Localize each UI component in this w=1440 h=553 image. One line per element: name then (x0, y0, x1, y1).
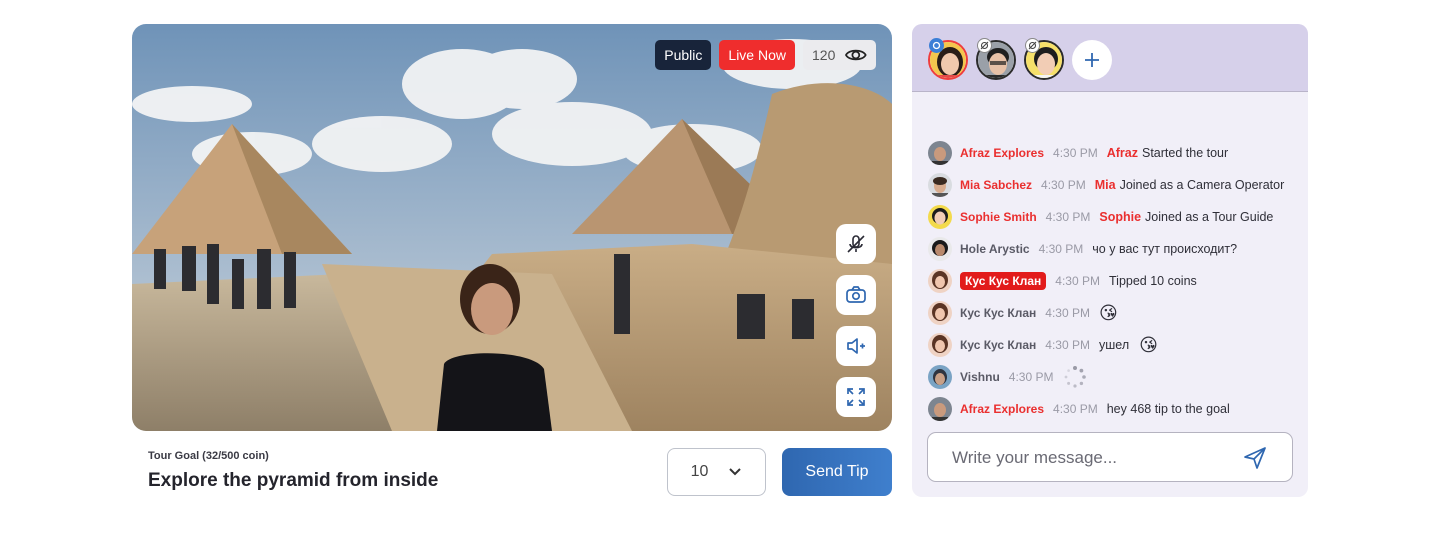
chat-message: Vishnu 4:30 PM (928, 361, 1298, 393)
message-text: Tipped 10 coins (1109, 274, 1197, 288)
pyramids-video-frame (132, 24, 892, 431)
live-now-badge: Live Now (719, 40, 795, 70)
fullscreen-button[interactable] (836, 377, 876, 417)
message-author[interactable]: Кус Кус Клан (960, 306, 1036, 320)
chat-message: Mia Sabchez 4:30 PM Mia Joined as a Came… (928, 169, 1298, 201)
message-author[interactable]: Hole Arystic (960, 242, 1030, 256)
kiss-emoji: 😘 (1139, 334, 1158, 355)
message-composer (927, 432, 1293, 482)
send-tip-button[interactable]: Send Tip (782, 448, 892, 496)
avatar (928, 365, 952, 389)
chat-message: Кус Кус Клан 4:30 PM Tipped 10 coins (928, 265, 1298, 297)
message-time: 4:30 PM (1038, 242, 1084, 256)
message-text: Joined as a Tour Guide (1145, 210, 1274, 224)
tour-goal-label: Tour Goal (32/500 coin) (148, 450, 269, 462)
chevron-down-icon (729, 468, 742, 476)
mic-off-icon (977, 38, 992, 53)
message-mention[interactable]: Mia (1095, 178, 1116, 192)
message-author[interactable]: Mia Sabchez (960, 178, 1032, 192)
message-mention[interactable]: Sophie (1099, 210, 1141, 224)
message-author[interactable]: Afraz Explores (960, 146, 1044, 160)
message-time: 4:30 PM (1045, 210, 1091, 224)
chat-message: Afraz Explores 4:30 PM Afraz Started the… (928, 137, 1298, 169)
message-author[interactable]: Afraz Explores (960, 402, 1044, 416)
message-time: 4:30 PM (1041, 178, 1086, 192)
volume-button[interactable] (836, 326, 876, 366)
camera-icon (846, 286, 866, 303)
add-crew-button[interactable] (1072, 40, 1112, 80)
viewer-count-badge: 120 (803, 40, 876, 70)
avatar (928, 301, 952, 325)
chat-message: Кус Кус Клан 4:30 PM 😘 (928, 297, 1298, 329)
message-time: 4:30 PM (1055, 274, 1100, 288)
crew-bar (912, 24, 1308, 92)
send-message-button[interactable] (1242, 445, 1268, 471)
message-mention[interactable]: Afraz (1107, 146, 1138, 160)
chat-message: Hole Arystic 4:30 PM чо у вас тут происх… (928, 233, 1298, 265)
plus-icon (1085, 53, 1099, 67)
message-time: 4:30 PM (1045, 306, 1090, 320)
loading-spinner-icon (1064, 366, 1086, 388)
tip-amount-select[interactable]: 10 (667, 448, 766, 496)
camera-role-icon (929, 38, 944, 53)
message-text: ушел (1099, 338, 1130, 352)
avatar (928, 269, 952, 293)
message-time: 4:30 PM (1053, 402, 1098, 416)
tip-amount-value: 10 (690, 463, 709, 480)
message-author[interactable]: Vishnu (960, 370, 1000, 384)
tour-goal-title: Explore the pyramid from inside (148, 470, 439, 491)
send-icon (1244, 447, 1266, 469)
message-author[interactable]: Кус Кус Клан (960, 272, 1047, 290)
message-text: Joined as a Camera Operator (1119, 178, 1285, 192)
avatar (928, 397, 952, 421)
message-author[interactable]: Sophie Smith (960, 210, 1037, 224)
fullscreen-icon (847, 388, 865, 406)
chat-message-input[interactable] (952, 446, 1232, 470)
message-text: Started the tour (1142, 146, 1229, 160)
chat-message: Кус Кус Клан 4:30 PM ушел 😘 (928, 329, 1298, 361)
mute-mic-button[interactable] (836, 224, 876, 264)
message-text: чо у вас тут происходит? (1092, 242, 1238, 256)
chat-panel: Afraz Explores 4:30 PM Afraz Started the… (912, 24, 1308, 497)
visibility-badge: Public (655, 40, 712, 70)
message-time: 4:30 PM (1045, 338, 1090, 352)
message-time: 4:30 PM (1053, 146, 1098, 160)
switch-camera-button[interactable] (836, 275, 876, 315)
viewer-count: 120 (812, 47, 836, 63)
chat-message: Afraz Explores 4:30 PM hey 468 tip to th… (928, 393, 1298, 425)
avatar (928, 205, 952, 229)
message-time: 4:30 PM (1008, 370, 1054, 384)
avatar (928, 141, 952, 165)
live-video-player[interactable]: Public Live Now 120 (132, 24, 892, 431)
message-author[interactable]: Кус Кус Клан (960, 338, 1036, 352)
mic-off-icon (1025, 38, 1040, 53)
eye-icon (845, 49, 867, 61)
avatar (928, 173, 952, 197)
message-text: hey 468 tip to the goal (1106, 402, 1230, 416)
avatar (928, 333, 952, 357)
kiss-emoji: 😘 (1099, 302, 1118, 323)
avatar (928, 237, 952, 261)
speaker-plus-icon (847, 338, 865, 354)
chat-message-list: Afraz Explores 4:30 PM Afraz Started the… (928, 137, 1298, 425)
chat-message: Sophie Smith 4:30 PM Sophie Joined as a … (928, 201, 1298, 233)
mic-off-icon (847, 235, 865, 253)
